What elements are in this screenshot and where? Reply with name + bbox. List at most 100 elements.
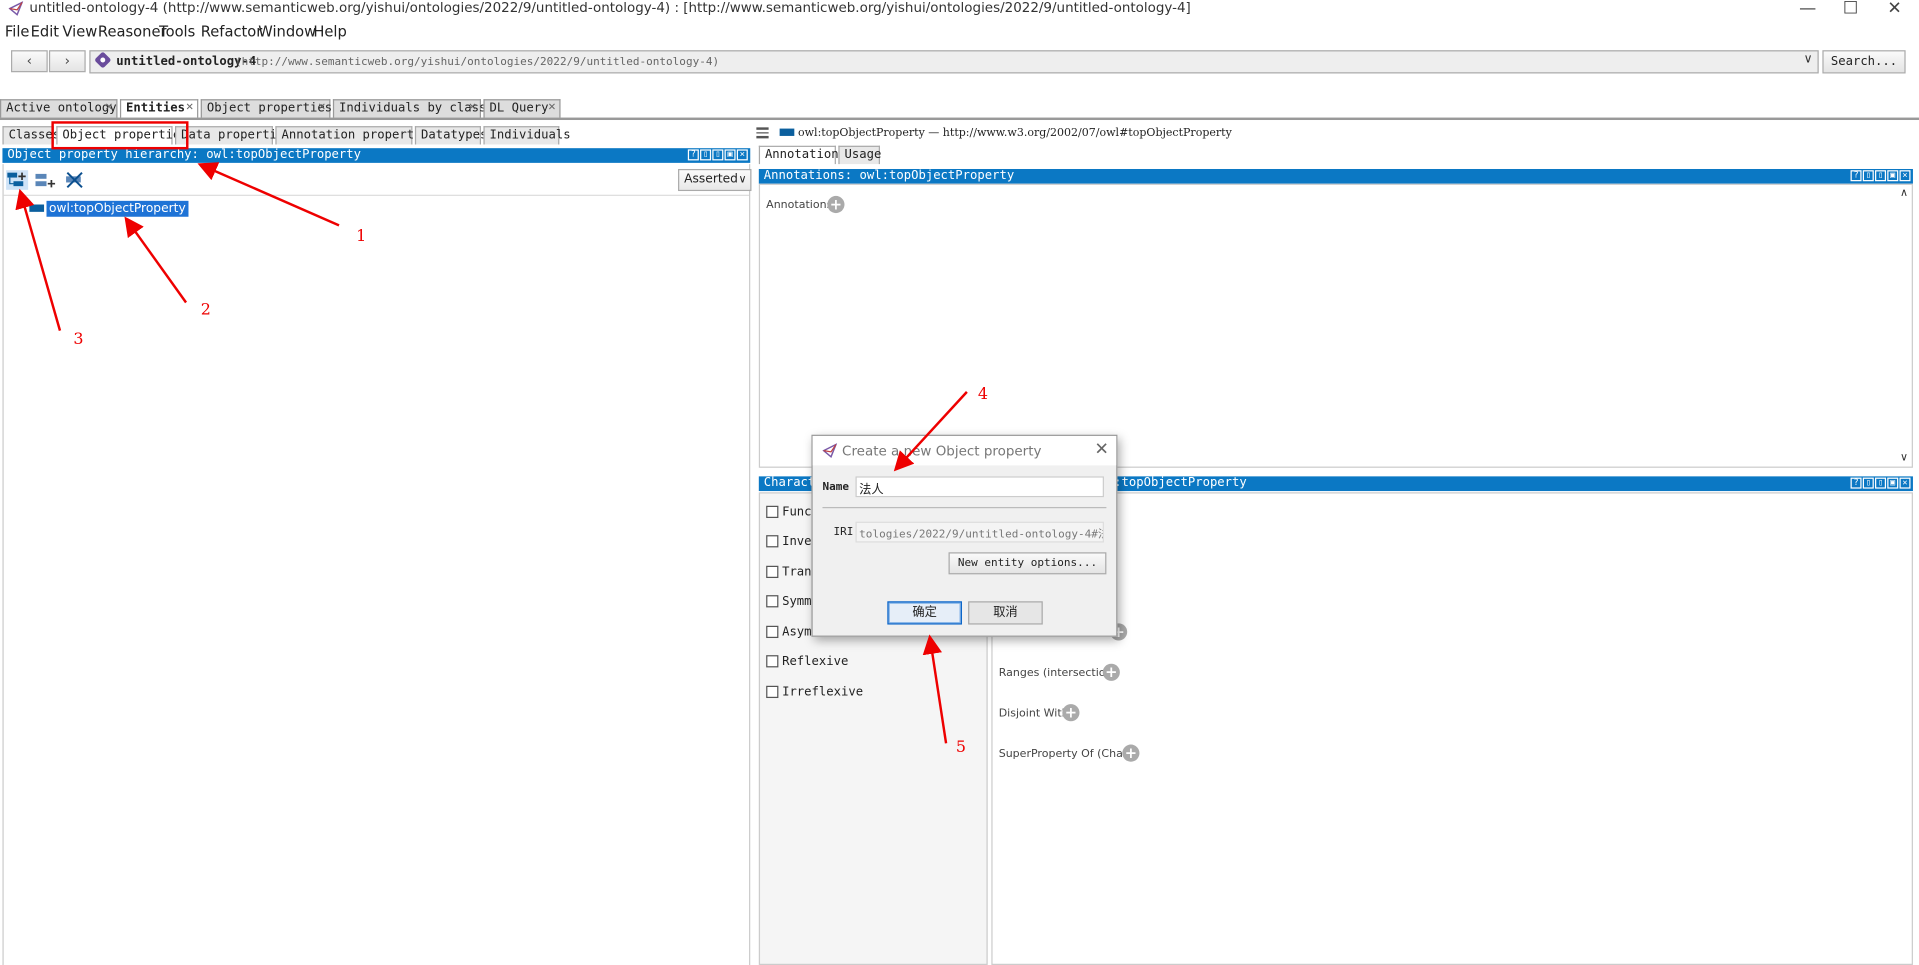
- checkbox-label: Reflexive: [782, 655, 849, 669]
- help-icon[interactable]: ?: [1850, 170, 1862, 182]
- menu-reasoner[interactable]: Reasoner: [98, 23, 167, 40]
- add-annotation-icon[interactable]: +: [827, 195, 845, 214]
- entity-header: owl:topObjectProperty — http://www.w3.or…: [756, 126, 1919, 144]
- menu-edit[interactable]: Edit: [31, 23, 59, 40]
- tab-annotations[interactable]: Annotations: [758, 145, 846, 165]
- close-tab-icon[interactable]: ✕: [548, 100, 555, 113]
- annotations-panel: Annotations + ∧ ∨: [758, 183, 1913, 468]
- object-property-hierarchy-panel: Asserted ∨ owl:topObjectProperty: [2, 164, 752, 965]
- close-view-icon[interactable]: ✕: [1899, 477, 1911, 489]
- checkbox-icon[interactable]: [766, 565, 779, 579]
- float-icon[interactable]: ▣: [1887, 170, 1899, 182]
- tab-label: DL Query: [489, 101, 549, 116]
- hierarchy-toolbar: Asserted ∨: [3, 164, 752, 196]
- add-sub-property-icon[interactable]: [6, 170, 29, 190]
- close-tab-icon[interactable]: ✕: [469, 100, 476, 113]
- annotations-label: Annotations: [766, 199, 833, 212]
- protege-window: untitled-ontology-4 (http://www.semantic…: [0, 0, 1919, 965]
- menu-refactor[interactable]: Refactor: [201, 23, 263, 40]
- close-icon[interactable]: ✕: [1094, 440, 1108, 460]
- ontology-selector[interactable]: untitled-ontology-4 (http://www.semantic…: [89, 50, 1819, 74]
- menu-icon[interactable]: [756, 127, 769, 139]
- maximize-button[interactable]: ☐: [1832, 0, 1869, 18]
- scroll-down-icon[interactable]: ∨: [1900, 452, 1908, 464]
- help-icon[interactable]: ?: [1850, 477, 1862, 489]
- annotations-title-bar: Annotations: owl:topObjectProperty ? ▯ ▯ ▣ ✕: [758, 168, 1913, 184]
- menu-tools[interactable]: Tools: [159, 23, 195, 40]
- checkbox-icon[interactable]: [766, 535, 779, 548]
- object-property-icon: [779, 128, 795, 136]
- split-icon[interactable]: ▯: [1875, 170, 1887, 182]
- hierarchy-title-bar: Object property hierarchy: owl:topObject…: [2, 148, 751, 163]
- chevron-down-icon[interactable]: ∨: [1804, 53, 1813, 66]
- checkbox-icon[interactable]: [766, 685, 779, 699]
- float-icon[interactable]: ▣: [724, 149, 736, 161]
- checkbox-icon[interactable]: [766, 655, 779, 668]
- forward-button[interactable]: ›: [48, 50, 86, 73]
- close-view-icon[interactable]: ✕: [1899, 170, 1911, 182]
- close-tab-icon[interactable]: ✕: [186, 100, 193, 113]
- menu-view[interactable]: View: [62, 23, 97, 40]
- tab-label: Individuals by class: [339, 101, 487, 116]
- name-label: Name: [822, 481, 850, 494]
- callout-number-1: 1: [356, 227, 367, 247]
- menu-window[interactable]: Window: [258, 23, 316, 40]
- iri-input[interactable]: tologies/2022/9/untitled-ontology-4#法人: [855, 521, 1104, 543]
- scroll-up-icon[interactable]: ∧: [1900, 187, 1908, 199]
- pin-icon[interactable]: ▯: [700, 149, 712, 161]
- new-entity-options-button[interactable]: New entity options...: [948, 552, 1107, 575]
- subtab-annotation-properties[interactable]: Annotation properties: [275, 126, 436, 145]
- dialog-separator: [822, 506, 1107, 509]
- tab-dl-query[interactable]: DL Query ✕: [483, 99, 561, 118]
- close-window-button[interactable]: ✕: [1876, 0, 1913, 18]
- tab-entities[interactable]: Entities ✕: [119, 99, 199, 118]
- close-tab-icon[interactable]: ✕: [318, 100, 325, 113]
- subtab-data-properties[interactable]: Data properties: [175, 126, 292, 145]
- menu-help[interactable]: Help: [313, 23, 346, 40]
- back-button[interactable]: ‹: [11, 50, 48, 73]
- dialog-title-bar: Create a new Object property ✕: [812, 435, 1117, 466]
- menu-file[interactable]: File: [5, 23, 30, 40]
- name-input[interactable]: 法人: [855, 476, 1104, 498]
- callout-number-5: 5: [955, 738, 967, 757]
- checkbox-reflexive[interactable]: Reflexive: [766, 655, 848, 672]
- tab-usage[interactable]: Usage: [838, 145, 881, 165]
- close-tab-icon[interactable]: ✕: [105, 100, 112, 113]
- checkbox-icon[interactable]: [766, 625, 779, 639]
- float-icon[interactable]: ▣: [1887, 477, 1899, 489]
- view-controls: ? ▯ ▯ ▣ ✕: [1849, 477, 1911, 490]
- split-icon[interactable]: ▯: [712, 149, 724, 161]
- ok-button[interactable]: 确定: [887, 601, 962, 625]
- hierarchy-mode-select[interactable]: Asserted ∨: [678, 168, 752, 192]
- tab-label: Object properties: [206, 101, 333, 116]
- add-property-chain-icon[interactable]: +: [1122, 744, 1140, 762]
- checkbox-irreflexive[interactable]: Irreflexive: [766, 685, 863, 703]
- add-sibling-property-icon[interactable]: [34, 170, 56, 190]
- search-button[interactable]: Search...: [1822, 50, 1906, 74]
- delete-property-icon[interactable]: [64, 170, 86, 190]
- checkbox-icon[interactable]: [766, 505, 779, 519]
- pin-icon[interactable]: ▯: [1862, 170, 1874, 182]
- add-range-icon[interactable]: +: [1102, 663, 1120, 681]
- subtab-classes[interactable]: Classes: [2, 126, 60, 145]
- subtab-individuals[interactable]: Individuals: [483, 126, 571, 145]
- protege-app-icon: [8, 1, 24, 16]
- close-view-icon[interactable]: ✕: [736, 149, 748, 161]
- cancel-button[interactable]: 取消: [968, 601, 1043, 625]
- subtab-datatypes[interactable]: Datatypes: [414, 126, 487, 145]
- tab-individuals-by-class[interactable]: Individuals by class ✕: [332, 99, 486, 118]
- tab-object-properties[interactable]: Object properties ✕: [200, 99, 333, 118]
- tab-active-ontology[interactable]: Active ontology ✕: [0, 99, 118, 118]
- description-title-bar: Description: owl:topObjectProperty ? ▯ ▯ ▣ ✕: [991, 476, 1913, 492]
- tree-item-label: owl:topObjectProperty: [46, 200, 189, 217]
- subtab-object-properties[interactable]: Object properties: [56, 126, 188, 145]
- checkbox-icon[interactable]: [766, 595, 779, 608]
- add-disjoint-icon[interactable]: +: [1062, 704, 1080, 722]
- tab-label: Entities: [126, 101, 186, 116]
- minimize-button[interactable]: —: [1789, 0, 1826, 18]
- entity-header-text: owl:topObjectProperty — http://www.w3.or…: [797, 127, 1232, 140]
- pin-icon[interactable]: ▯: [1862, 477, 1874, 489]
- ranges-label: Ranges (intersection): [998, 667, 1117, 680]
- help-icon[interactable]: ?: [687, 149, 699, 161]
- split-icon[interactable]: ▯: [1875, 477, 1887, 489]
